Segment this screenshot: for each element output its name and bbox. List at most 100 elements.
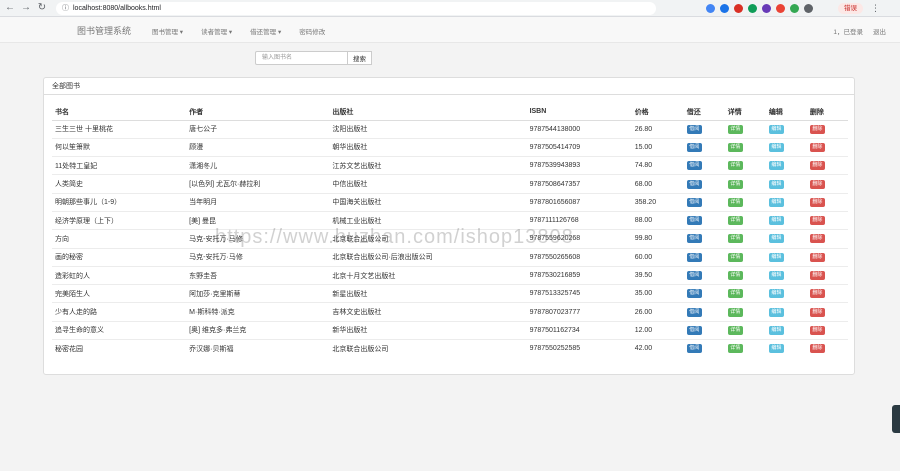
edit-button[interactable]: 编辑: [768, 142, 784, 152]
delete-button[interactable]: 删除: [809, 161, 825, 171]
delete-button[interactable]: 删除: [809, 234, 825, 244]
nav-book-management[interactable]: 图书管理 ▾: [152, 26, 183, 36]
detail-button[interactable]: 详情: [727, 307, 743, 317]
delete-button[interactable]: 删除: [809, 252, 825, 262]
back-icon[interactable]: ←: [4, 2, 16, 14]
book-price-cell: 74.80: [631, 156, 684, 175]
book-publisher-cell: 朝华出版社: [329, 137, 527, 157]
detail-button[interactable]: 详情: [727, 344, 743, 354]
book-isbn-cell: 9787550252585: [526, 339, 632, 358]
borrow-button[interactable]: 借阅: [686, 234, 702, 244]
borrow-button[interactable]: 借阅: [686, 124, 702, 134]
edit-button[interactable]: 编辑: [768, 307, 784, 317]
borrow-button[interactable]: 借阅: [686, 216, 702, 226]
detail-button[interactable]: 详情: [727, 325, 743, 335]
book-price-cell: 39.50: [631, 265, 684, 285]
borrow-button[interactable]: 借阅: [686, 344, 702, 354]
edit-button[interactable]: 编辑: [768, 234, 784, 244]
detail-button[interactable]: 详情: [727, 179, 743, 189]
delete-button[interactable]: 删除: [809, 197, 825, 207]
address-bar[interactable]: ⓘ localhost:8080/allbooks.html: [56, 1, 656, 15]
extension-icon[interactable]: [748, 3, 757, 13]
borrow-button[interactable]: 借阅: [686, 161, 702, 171]
action-cell: 借阅: [683, 156, 725, 175]
edit-button[interactable]: 编辑: [768, 197, 784, 207]
action-cell: 编辑: [765, 265, 807, 285]
action-cell: 编辑: [765, 119, 807, 139]
action-cell: 借阅: [683, 339, 725, 358]
book-author-cell: 顾漫: [186, 137, 330, 157]
detail-button[interactable]: 详情: [727, 252, 743, 262]
delete-button[interactable]: 删除: [809, 179, 825, 189]
extension-icon[interactable]: [804, 3, 813, 13]
book-name-cell: 造彩虹的人: [52, 265, 187, 285]
more-icon[interactable]: ⋮: [871, 3, 880, 14]
delete-button[interactable]: 删除: [809, 216, 825, 226]
borrow-button[interactable]: 借阅: [686, 252, 702, 262]
book-price-cell: 12.00: [631, 320, 684, 340]
nav-password-change[interactable]: 密码修改: [299, 26, 325, 36]
borrow-button[interactable]: 借阅: [686, 325, 702, 335]
edit-button[interactable]: 编辑: [768, 344, 784, 354]
reload-icon[interactable]: ↻: [36, 2, 48, 14]
edit-button[interactable]: 编辑: [768, 179, 784, 189]
side-float-tab[interactable]: [892, 405, 900, 433]
nav-borrow-management[interactable]: 借还管理 ▾: [250, 26, 281, 36]
books-table: 书名 作者 出版社 ISBN 价格 借还 详情 编辑 删除 三生三世 十里桃花唐…: [52, 104, 848, 358]
extension-icon[interactable]: [762, 3, 771, 13]
edit-button[interactable]: 编辑: [768, 325, 784, 335]
book-name-cell: 少有人走的路: [52, 302, 187, 322]
extension-icon[interactable]: [790, 3, 799, 13]
delete-button[interactable]: 删除: [809, 344, 825, 354]
edit-button[interactable]: 编辑: [768, 252, 784, 262]
delete-button[interactable]: 删除: [809, 289, 825, 299]
detail-button[interactable]: 详情: [727, 161, 743, 171]
detail-button[interactable]: 详情: [727, 197, 743, 207]
brand-title[interactable]: 图书管理系统: [77, 24, 131, 37]
borrow-button[interactable]: 借阅: [686, 289, 702, 299]
info-icon[interactable]: ⓘ: [62, 3, 69, 13]
table-row: 秘密花园 乔汉娜·贝斯福 北京联合出版公司 9787550252585 42.00 借阅 详…: [52, 339, 848, 358]
borrow-button[interactable]: 借阅: [686, 142, 702, 152]
edit-button[interactable]: 编辑: [768, 161, 784, 171]
header-name: 书名: [52, 104, 187, 121]
logout-link[interactable]: 退出: [873, 26, 886, 36]
extension-icon[interactable]: [776, 3, 785, 13]
borrow-button[interactable]: 借阅: [686, 271, 702, 281]
edit-button[interactable]: 编辑: [768, 271, 784, 281]
extension-icon[interactable]: [706, 3, 715, 13]
delete-button[interactable]: 删除: [809, 325, 825, 335]
profile-button[interactable]: 错误: [838, 2, 863, 14]
borrow-button[interactable]: 借阅: [686, 197, 702, 207]
nav-reader-management[interactable]: 读者管理 ▾: [201, 26, 232, 36]
extension-icon[interactable]: [720, 3, 729, 13]
delete-button[interactable]: 删除: [809, 124, 825, 134]
action-cell: 编辑: [765, 229, 807, 249]
detail-button[interactable]: 详情: [727, 124, 743, 134]
edit-button[interactable]: 编辑: [768, 124, 784, 134]
book-name-cell: 何以笙箫默: [52, 137, 187, 157]
detail-button[interactable]: 详情: [727, 142, 743, 152]
forward-icon[interactable]: →: [20, 2, 32, 14]
detail-button[interactable]: 详情: [727, 234, 743, 244]
borrow-button[interactable]: 借阅: [686, 307, 702, 317]
extension-icon[interactable]: [734, 3, 743, 13]
search-input[interactable]: [255, 51, 348, 65]
detail-button[interactable]: 详情: [727, 216, 743, 226]
user-status[interactable]: 1，已登录: [833, 26, 863, 36]
edit-button[interactable]: 编辑: [768, 216, 784, 226]
action-cell: 编辑: [765, 284, 807, 303]
action-cell: 编辑: [765, 156, 807, 175]
edit-button[interactable]: 编辑: [768, 289, 784, 299]
borrow-button[interactable]: 借阅: [686, 179, 702, 189]
table-row: 人类简史 [以色列] 尤瓦尔·赫拉利 中信出版社 9787508647357 68.00…: [52, 174, 848, 194]
detail-button[interactable]: 详情: [727, 289, 743, 299]
action-cell: 借阅: [683, 137, 725, 157]
search-button[interactable]: 搜索: [348, 51, 372, 65]
nav-menu: 图书管理 ▾ 读者管理 ▾ 借还管理 ▾ 密码修改: [152, 26, 343, 36]
book-publisher-cell: 吉林文史出版社: [329, 302, 527, 322]
detail-button[interactable]: 详情: [727, 271, 743, 281]
delete-button[interactable]: 删除: [809, 271, 825, 281]
delete-button[interactable]: 删除: [809, 142, 825, 152]
delete-button[interactable]: 删除: [809, 307, 825, 317]
